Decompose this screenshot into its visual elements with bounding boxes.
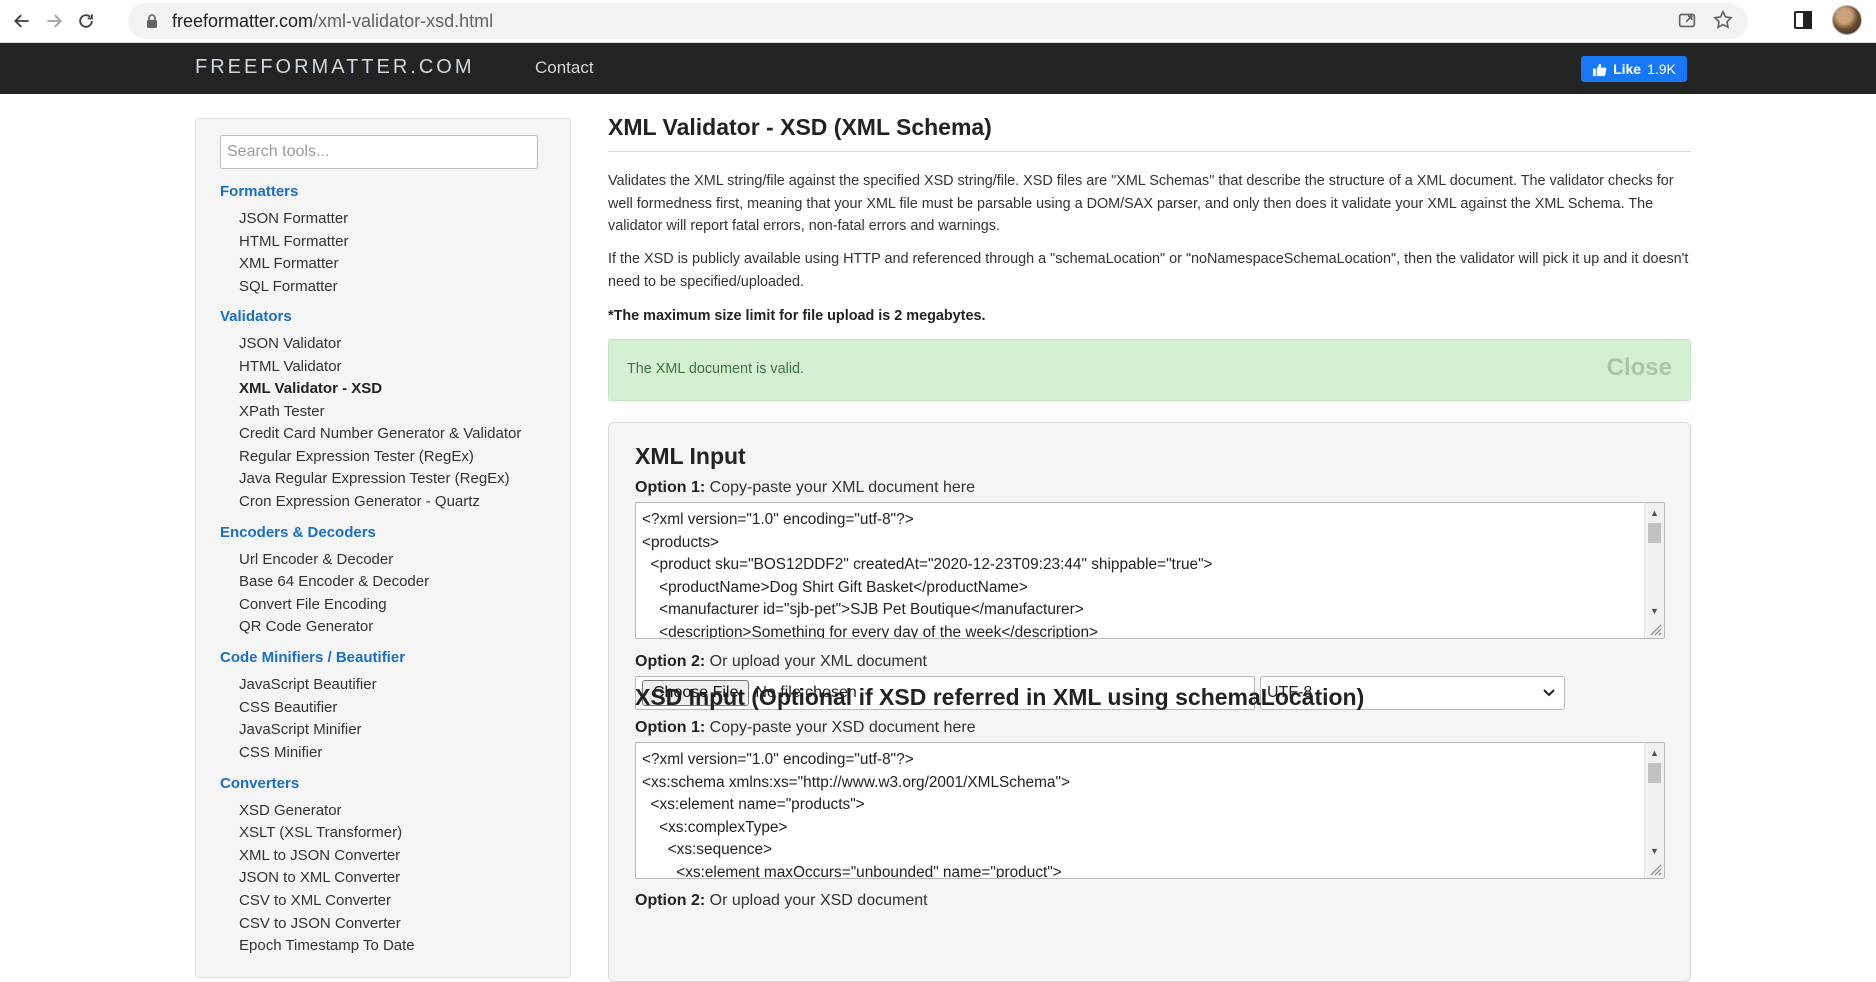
sidebar-item-xml-to-json[interactable]: XML to JSON Converter bbox=[239, 847, 400, 864]
sidebar-item-cron-generator[interactable]: Cron Expression Generator - Quartz bbox=[239, 493, 480, 510]
upload-limit-note: *The maximum size limit for file upload … bbox=[608, 308, 986, 324]
category-encoders-decoders[interactable]: Encoders & Decoders bbox=[220, 524, 376, 541]
xsd-input-code: <?xml version="1.0" encoding="utf-8"?> <… bbox=[642, 751, 1070, 879]
thumbs-up-icon bbox=[1593, 63, 1607, 76]
category-code-minifiers[interactable]: Code Minifiers / Beautifier bbox=[220, 649, 405, 666]
reload-icon[interactable] bbox=[70, 5, 102, 37]
site-logo[interactable]: FREEFORMATTER.COM bbox=[195, 56, 475, 79]
xml-option1-label: Option 1: Copy-paste your XML document h… bbox=[635, 479, 975, 496]
sidebar-item-xml-validator-xsd[interactable]: XML Validator - XSD bbox=[239, 380, 382, 397]
alert-message: The XML document is valid. bbox=[627, 361, 805, 377]
like-label: Like bbox=[1613, 61, 1642, 77]
sidebar: Formatters JSON Formatter HTML Formatter… bbox=[195, 118, 571, 978]
xsd-option2-label: Option 2: Or upload your XSD document bbox=[635, 892, 928, 909]
xml-option2-label: Option 2: Or upload your XML document bbox=[635, 653, 927, 670]
chevron-down-icon bbox=[1543, 689, 1555, 697]
category-converters[interactable]: Converters bbox=[220, 775, 299, 792]
scroll-up-icon[interactable]: ▲ bbox=[1650, 748, 1659, 758]
scroll-down-icon[interactable]: ▼ bbox=[1650, 606, 1659, 616]
sidebar-item-convert-file-encoding[interactable]: Convert File Encoding bbox=[239, 596, 387, 613]
validator-form-panel: XML Input Option 1: Copy-paste your XML … bbox=[608, 422, 1691, 982]
sidebar-item-xslt-transformer[interactable]: XSLT (XSL Transformer) bbox=[239, 824, 402, 841]
back-arrow-icon[interactable] bbox=[6, 5, 38, 37]
share-icon[interactable] bbox=[1676, 9, 1698, 31]
category-formatters[interactable]: Formatters bbox=[220, 183, 298, 200]
search-tools-input[interactable] bbox=[220, 135, 538, 169]
bookmark-star-icon[interactable] bbox=[1712, 9, 1734, 31]
lock-icon bbox=[147, 14, 157, 28]
xml-input-textarea[interactable]: <?xml version="1.0" encoding="utf-8"?> <… bbox=[635, 502, 1665, 639]
sidebar-item-json-formatter[interactable]: JSON Formatter bbox=[239, 210, 348, 227]
sidebar-item-regex-tester[interactable]: Regular Expression Tester (RegEx) bbox=[239, 448, 474, 465]
profile-avatar[interactable] bbox=[1832, 5, 1862, 35]
xsd-input-textarea[interactable]: <?xml version="1.0" encoding="utf-8"?> <… bbox=[635, 742, 1665, 879]
sidebar-item-base64-encoder[interactable]: Base 64 Encoder & Decoder bbox=[239, 573, 429, 590]
sidebar-item-css-beautifier[interactable]: CSS Beautifier bbox=[239, 699, 337, 716]
resize-grip-icon[interactable] bbox=[1648, 862, 1662, 876]
scroll-thumb[interactable] bbox=[1648, 523, 1661, 543]
site-header: FREEFORMATTER.COM Contact Like 1.9K bbox=[0, 43, 1876, 94]
sidebar-item-csv-to-json[interactable]: CSV to JSON Converter bbox=[239, 915, 401, 932]
sidebar-item-credit-card-generator[interactable]: Credit Card Number Generator & Validator bbox=[239, 425, 521, 442]
xml-textarea-scrollbar[interactable]: ▲ ▼ bbox=[1644, 503, 1664, 638]
facebook-like-button[interactable]: Like 1.9K bbox=[1581, 56, 1687, 82]
scroll-thumb[interactable] bbox=[1648, 763, 1661, 783]
xml-input-code: <?xml version="1.0" encoding="utf-8"?> <… bbox=[642, 511, 1213, 639]
sidebar-item-html-formatter[interactable]: HTML Formatter bbox=[239, 233, 348, 250]
nav-contact-link[interactable]: Contact bbox=[535, 58, 594, 78]
sidebar-item-epoch-timestamp[interactable]: Epoch Timestamp To Date bbox=[239, 937, 415, 954]
resize-grip-icon[interactable] bbox=[1648, 622, 1662, 636]
sidebar-item-java-regex-tester[interactable]: Java Regular Expression Tester (RegEx) bbox=[239, 470, 510, 487]
sidebar-item-css-minifier[interactable]: CSS Minifier bbox=[239, 744, 322, 761]
page-title: XML Validator - XSD (XML Schema) bbox=[608, 114, 992, 140]
title-divider bbox=[608, 151, 1691, 152]
validation-success-alert: The XML document is valid. Close bbox=[608, 339, 1691, 401]
scroll-up-icon[interactable]: ▲ bbox=[1650, 508, 1659, 518]
category-validators[interactable]: Validators bbox=[220, 308, 292, 325]
xml-input-title: XML Input bbox=[635, 443, 746, 469]
address-bar[interactable]: freeformatter.com/xml-validator-xsd.html bbox=[128, 3, 1748, 39]
forward-arrow-icon[interactable] bbox=[38, 5, 70, 37]
xsd-textarea-scrollbar[interactable]: ▲ ▼ bbox=[1644, 743, 1664, 878]
sidebar-item-url-encoder[interactable]: Url Encoder & Decoder bbox=[239, 551, 393, 568]
sidebar-item-html-validator[interactable]: HTML Validator bbox=[239, 358, 342, 375]
sidebar-item-json-to-xml[interactable]: JSON to XML Converter bbox=[239, 869, 400, 886]
xsd-input-title: XSD Input (Optional if XSD referred in X… bbox=[635, 684, 1365, 710]
schema-location-paragraph: If the XSD is publicly available using H… bbox=[608, 251, 1689, 290]
xsd-option1-label: Option 1: Copy-paste your XSD document h… bbox=[635, 719, 976, 736]
sidebar-item-csv-to-xml[interactable]: CSV to XML Converter bbox=[239, 892, 391, 909]
address-url: freeformatter.com/xml-validator-xsd.html bbox=[172, 10, 494, 31]
sidebar-item-xml-formatter[interactable]: XML Formatter bbox=[239, 255, 338, 272]
sidebar-item-qr-code-generator[interactable]: QR Code Generator bbox=[239, 618, 373, 635]
sidebar-item-xpath-tester[interactable]: XPath Tester bbox=[239, 403, 325, 420]
sidebar-item-js-beautifier[interactable]: JavaScript Beautifier bbox=[239, 676, 377, 693]
alert-close-button[interactable]: Close bbox=[1607, 354, 1672, 382]
browser-toolbar: freeformatter.com/xml-validator-xsd.html bbox=[0, 0, 1876, 43]
sidebar-item-js-minifier[interactable]: JavaScript Minifier bbox=[239, 721, 362, 738]
sidebar-item-sql-formatter[interactable]: SQL Formatter bbox=[239, 278, 338, 295]
sidebar-item-json-validator[interactable]: JSON Validator bbox=[239, 335, 341, 352]
sidebar-item-xsd-generator[interactable]: XSD Generator bbox=[239, 802, 342, 819]
side-panel-icon[interactable] bbox=[1792, 9, 1814, 31]
like-count: 1.9K bbox=[1647, 61, 1676, 77]
scroll-down-icon[interactable]: ▼ bbox=[1650, 846, 1659, 856]
description-paragraph: Validates the XML string/file against th… bbox=[608, 173, 1674, 234]
